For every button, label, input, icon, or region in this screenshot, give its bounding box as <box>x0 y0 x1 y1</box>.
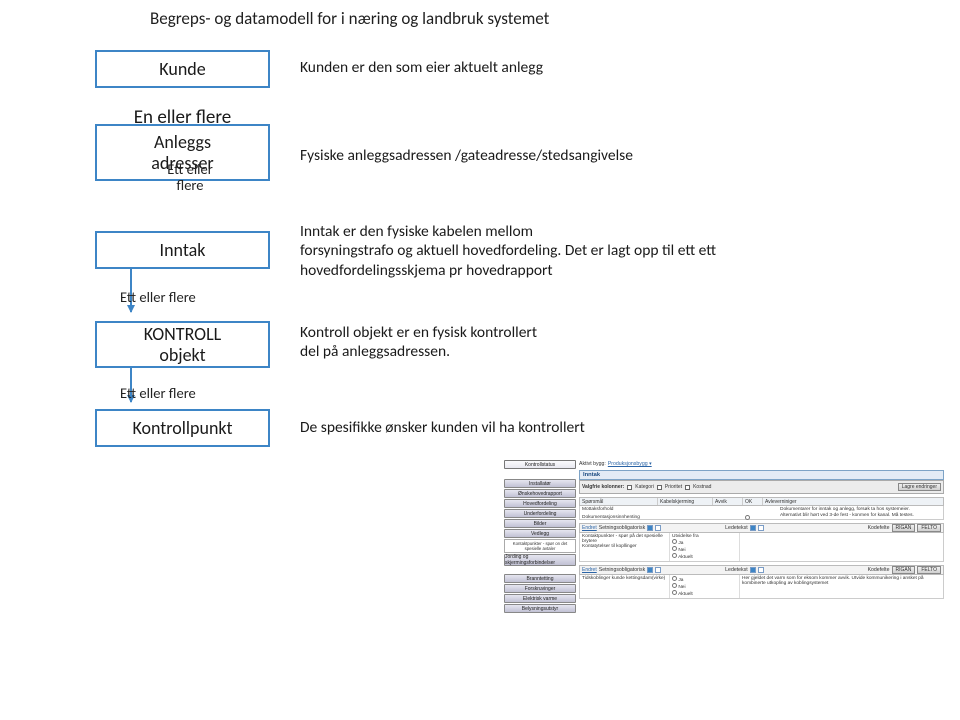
entity-kontroll-label-2: objekt <box>159 345 205 366</box>
entity-kunde: Kunde <box>95 50 270 88</box>
desc-kunde: Kunden er den som eier aktuelt anlegg <box>300 58 543 77</box>
desc-anleggs: Fysiske anleggsadressen /gateadresse/ste… <box>300 146 633 165</box>
toggle-lede-ja-1[interactable] <box>750 525 756 531</box>
aktivt-bygg-label: Aktivt bygg: <box>579 461 606 467</box>
entity-kontrollpunkt: Kontrollpunkt <box>95 409 270 447</box>
section-row-1: Endret Setningsobligatorisk Ledetekst Ko… <box>579 523 944 533</box>
endret-link-1[interactable]: Endret <box>582 525 597 531</box>
th-ok: OK <box>743 498 763 505</box>
radio-nei-1b[interactable] <box>672 546 677 551</box>
multiplicity-inntak-kontroll: Ett eller flere <box>120 288 196 306</box>
section-row-2: Endret Setningsobligatorisk Ledetekst Ko… <box>579 565 944 575</box>
table-header: Spørsmål Kabelskjerming Avvik OK Avlever… <box>579 497 944 506</box>
lagre-endringer-button[interactable]: Lagre endringer <box>898 483 941 491</box>
radio-ja-1[interactable] <box>672 539 677 544</box>
page-title: Begreps- og datamodell for i næring og l… <box>150 8 549 29</box>
toggle-oblig-nei-1[interactable] <box>655 525 661 531</box>
toggle-oblig-nei-2[interactable] <box>655 567 661 573</box>
sidebar-underfordeling[interactable]: Underfordeling <box>504 509 576 518</box>
radio-nei-2[interactable] <box>672 583 677 588</box>
checkbox-prioritet[interactable] <box>657 485 662 490</box>
toggle-lede-nei-2[interactable] <box>758 567 764 573</box>
toggle-lede-ja-2[interactable] <box>750 567 756 573</box>
valgfrie-label: Valgfrie kolonner: <box>582 484 624 490</box>
radio-aktuelt-1[interactable] <box>672 553 677 558</box>
desc-kontroll: Kontroll objekt er en fysisk kontrollert… <box>300 323 537 362</box>
sidebar-belysningsutstyr[interactable]: Belysningsutstyr <box>504 604 576 613</box>
entity-inntak-label: Inntak <box>160 240 206 261</box>
subgrid-2: Tidskoblinger kunde kettingsdam(virke) J… <box>579 575 944 599</box>
sidebar-vedlegg[interactable]: Vedlegg <box>504 529 576 538</box>
entity-kontroll-objekt: KONTROLL objekt <box>95 321 270 368</box>
th-avvik: Avvik <box>713 498 743 505</box>
sidebar-bilder[interactable]: Bilder <box>504 519 576 528</box>
multiplicity-kontroll-kontrollpunkt: Ett eller flere <box>120 384 196 402</box>
sidebar-hovedfordeling[interactable]: Hovedfordeling <box>504 499 576 508</box>
entity-kunde-label: Kunde <box>159 59 205 80</box>
tab-kontrollstatus[interactable]: Kontrollstatus <box>504 460 576 469</box>
toggle-lede-nei-1[interactable] <box>758 525 764 531</box>
felto-button-2[interactable]: FELTO <box>917 566 941 574</box>
entity-inntak: Inntak <box>95 231 270 269</box>
sidebar-installator[interactable]: Installatør <box>504 479 576 488</box>
aktivt-bygg-dropdown[interactable]: Produksjonsbygg ▾ <box>608 461 652 467</box>
th-sporsmal: Spørsmål <box>580 498 658 505</box>
multiplicity-anleggs-inntak: Ett eller flere <box>150 162 230 193</box>
desc-inntak: Inntak er den fysiske kabelen mellom for… <box>300 222 760 280</box>
felto-button-1[interactable]: FELTO <box>917 524 941 532</box>
sidebar-onskehovedrapport[interactable]: Ønskehovedrapport <box>504 489 576 498</box>
entity-kontrollpunkt-label: Kontrollpunkt <box>132 418 232 439</box>
entity-kontroll-label-1: KONTROLL <box>144 324 221 345</box>
entity-anleggs-label-1: Anleggs <box>154 132 211 153</box>
sidebar-kontaktpunkter[interactable]: Kontaktpunkter - spør on detspesielle av… <box>504 539 576 553</box>
toggle-oblig-ja-1[interactable] <box>647 525 653 531</box>
subgrid-1: Kontaktpunkter - spør på det spesielle b… <box>579 533 944 562</box>
panel-inntak: Inntak <box>579 470 944 480</box>
radio-aktuelt-2[interactable] <box>672 590 677 595</box>
checkbox-kategori[interactable] <box>627 485 632 490</box>
radio-ja-2[interactable] <box>672 576 677 581</box>
screenshot-software-ui: Kontrollstatus Installatør Ønskehovedrap… <box>504 460 944 655</box>
sidebar-branntetting[interactable]: Branntetting <box>504 574 576 583</box>
radio-nei[interactable] <box>745 515 750 520</box>
sidebar-jording[interactable]: Jording og skjermingsforbindelser <box>504 554 576 566</box>
rigan-button-2[interactable]: RIGAN <box>892 566 916 574</box>
th-avlev: Avleverniniger <box>763 498 943 505</box>
table-body-1: Mottaksforhold Dokumentasjonsinnhenting … <box>579 506 944 520</box>
desc-kontrollpunkt: De spesifikke ønsker kunden vil ha kontr… <box>300 418 585 437</box>
valgfrie-kolonner-bar: Valgfrie kolonner: Kategori Prioritet Ko… <box>579 480 944 494</box>
toggle-oblig-ja-2[interactable] <box>647 567 653 573</box>
rigan-button-1[interactable]: RIGAN <box>892 524 916 532</box>
th-kabelskjerming: Kabelskjerming <box>658 498 713 505</box>
endret-link-2[interactable]: Endret <box>582 567 597 573</box>
checkbox-kostnad[interactable] <box>685 485 690 490</box>
sidebar-elektrisk-varme[interactable]: Elektrisk varme <box>504 594 576 603</box>
sidebar-forskruvinger[interactable]: Forskruvinger <box>504 584 576 593</box>
